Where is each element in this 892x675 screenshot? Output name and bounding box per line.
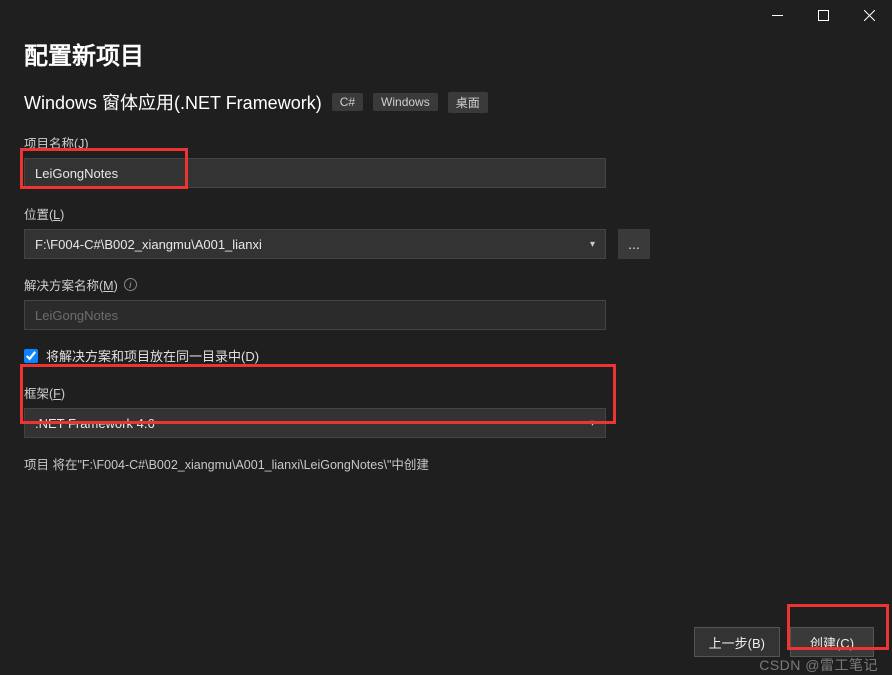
- same-directory-label: 将解决方案和项目放在同一目录中(D): [46, 346, 259, 365]
- tag-platform: Windows: [373, 93, 438, 111]
- info-icon[interactable]: i: [124, 278, 137, 291]
- minimize-icon: [772, 10, 783, 21]
- solution-name-input: LeiGongNotes: [24, 300, 606, 330]
- maximize-icon: [818, 10, 829, 21]
- project-name-input[interactable]: LeiGongNotes: [24, 158, 606, 188]
- close-button[interactable]: [846, 0, 892, 30]
- location-group: 位置(L) F:\F004-C#\B002_xiangmu\A001_lianx…: [24, 204, 868, 259]
- solution-name-label: 解决方案名称(M) i: [24, 275, 868, 294]
- minimize-button[interactable]: [754, 0, 800, 30]
- create-button[interactable]: 创建(C): [790, 627, 874, 657]
- template-name: Windows 窗体应用(.NET Framework): [24, 89, 322, 115]
- browse-button[interactable]: ...: [618, 229, 650, 259]
- tag-type: 桌面: [448, 92, 488, 113]
- same-directory-checkbox-row[interactable]: 将解决方案和项目放在同一目录中(D): [24, 346, 868, 365]
- project-name-group: 项目名称(J) LeiGongNotes: [24, 133, 868, 188]
- close-icon: [864, 10, 875, 21]
- framework-label: 框架(F): [24, 383, 868, 402]
- page-title: 配置新项目: [24, 36, 868, 71]
- solution-name-group: 解决方案名称(M) i LeiGongNotes: [24, 275, 868, 330]
- creation-path-info: 项目 将在"F:\F004-C#\B002_xiangmu\A001_lianx…: [24, 454, 868, 473]
- location-label: 位置(L): [24, 204, 868, 223]
- project-name-label: 项目名称(J): [24, 133, 868, 152]
- location-select[interactable]: F:\F004-C#\B002_xiangmu\A001_lianxi ▾: [24, 229, 606, 259]
- framework-select[interactable]: .NET Framework 4.6 ▾: [24, 408, 606, 438]
- location-value: F:\F004-C#\B002_xiangmu\A001_lianxi: [35, 237, 262, 252]
- back-button[interactable]: 上一步(B): [694, 627, 780, 657]
- dialog-footer: 上一步(B) 创建(C): [694, 627, 874, 657]
- maximize-button[interactable]: [800, 0, 846, 30]
- framework-group: 框架(F) .NET Framework 4.6 ▾: [24, 383, 868, 438]
- same-directory-checkbox[interactable]: [24, 349, 38, 363]
- title-bar: [0, 0, 892, 30]
- chevron-down-icon: ▾: [590, 239, 595, 250]
- watermark-text: CSDN @雷工笔记: [759, 655, 878, 675]
- chevron-down-icon: ▾: [590, 418, 595, 429]
- framework-value: .NET Framework 4.6: [35, 416, 155, 431]
- tag-language: C#: [332, 93, 363, 111]
- project-template-header: Windows 窗体应用(.NET Framework) C# Windows …: [24, 89, 868, 115]
